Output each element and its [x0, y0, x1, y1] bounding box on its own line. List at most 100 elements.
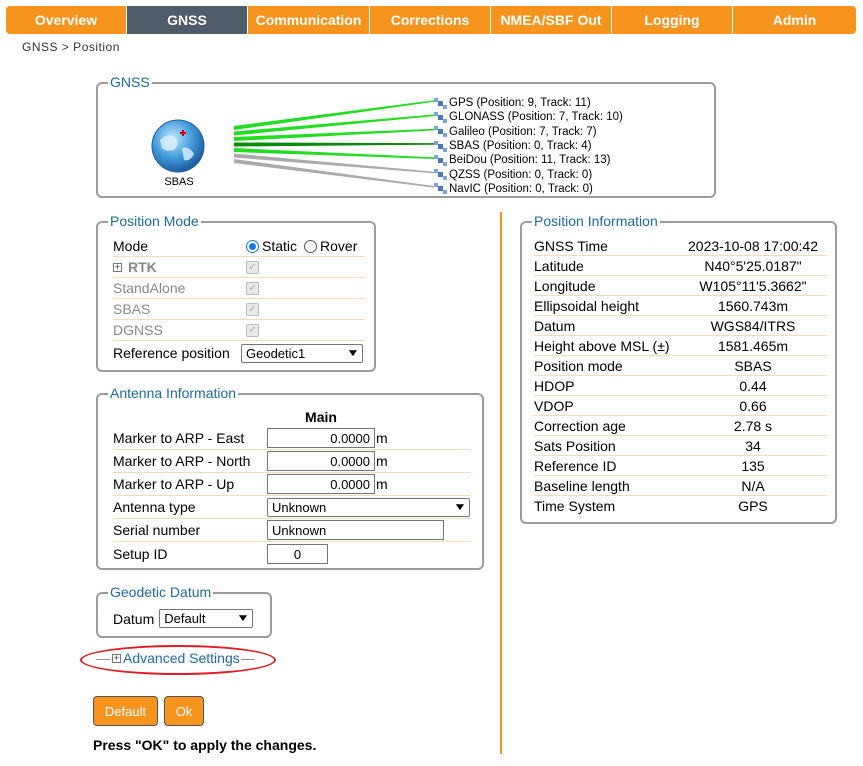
constellation-galileo: Galileo (Position: 7, Track: 7) [434, 125, 623, 139]
antenna-column-header: Main [305, 409, 337, 425]
tab-logging[interactable]: Logging [612, 6, 733, 34]
constellation-sbas: SBAS (Position: 0, Track: 4) [434, 139, 623, 153]
info-row-gnss-time: GNSS Time 2023-10-08 17:00:42 [534, 236, 827, 256]
column-divider [500, 212, 502, 754]
arp-north-unit: m [376, 453, 388, 469]
info-row-hdop: HDOP 0.44 [534, 376, 827, 396]
antenna-header-row: Main [113, 407, 471, 427]
reference-position-select[interactable]: Geodetic1 ▼ [241, 343, 363, 363]
position-mode-panel: Position Mode Mode Static Rover + RTK ✓ … [96, 213, 376, 372]
antenna-type-label: Antenna type [113, 499, 196, 515]
tab-admin[interactable]: Admin [733, 6, 856, 34]
antenna-table: Main Marker to ARP - East 0.0000 m Marke… [113, 407, 471, 566]
setup-id-row: Setup ID 0 [113, 542, 471, 566]
satellite-icon [434, 183, 447, 195]
antenna-type-select[interactable]: Unknown ▼ [267, 497, 470, 517]
constellation-qzss: QZSS (Position: 0, Track: 0) [434, 167, 623, 181]
chevron-down-icon: ▼ [453, 501, 467, 513]
highlight-ellipse [80, 645, 276, 675]
apply-note: Press "OK" to apply the changes. [93, 737, 317, 753]
serial-number-input[interactable]: Unknown [267, 520, 444, 540]
info-row-height-msl: Height above MSL (±) 1581.465m [534, 336, 827, 356]
setup-id-input[interactable]: 0 [267, 544, 328, 564]
sbas-label: SBAS [113, 301, 151, 317]
arp-up-row: Marker to ARP - Up 0.0000 m [113, 473, 471, 496]
tab-corrections[interactable]: Corrections [370, 6, 491, 34]
gnss-panel: GNSS SBAS GPS (Position: 9, Track: 11) G… [96, 74, 716, 198]
datum-select[interactable]: Default ▼ [159, 609, 254, 628]
info-row-baseline-length: Baseline length N/A [534, 476, 827, 496]
datum-label: Datum [113, 610, 155, 627]
standalone-label: StandAlone [113, 280, 186, 296]
position-info-legend: Position Information [532, 213, 660, 229]
satellite-icon [434, 154, 447, 166]
dgnss-checkbox[interactable]: ✓ [246, 323, 259, 337]
position-info-table: GNSS Time 2023-10-08 17:00:42 Latitude N40… [534, 236, 827, 516]
info-row-time-system: Time System GPS [534, 498, 768, 514]
ok-button[interactable]: Ok [164, 696, 204, 726]
satellite-icon [434, 97, 447, 109]
info-row-position-mode: Position mode SBAS [534, 356, 827, 376]
antenna-legend: Antenna Information [108, 385, 239, 401]
rover-label: Rover [320, 238, 358, 254]
dgnss-label: DGNSS [113, 322, 163, 338]
serial-label: Serial number [113, 522, 201, 538]
info-row-sats-position: Sats Position 34 [534, 436, 827, 456]
info-row-latitude: Latitude N40°5'25.0187" [534, 256, 827, 276]
dgnss-row: DGNSS ✓ [113, 320, 365, 341]
rtk-checkbox[interactable]: ✓ [246, 260, 259, 274]
static-radio[interactable] [246, 239, 259, 253]
arp-up-input[interactable]: 0.0000 [267, 474, 375, 494]
info-row-longitude: Longitude W105°11'5.3662" [534, 276, 827, 296]
arp-north-input[interactable]: 0.0000 [267, 451, 375, 471]
info-row-datum: Datum WGS84/ITRS [534, 316, 827, 336]
satellite-icon [434, 111, 447, 123]
standalone-checkbox[interactable]: ✓ [246, 281, 259, 295]
mode-row: Mode Static Rover [113, 236, 365, 257]
constellation-navic: NavIC (Position: 0, Track: 0) [434, 182, 623, 196]
constellation-list: GPS (Position: 9, Track: 11) GLONASS (Po… [434, 96, 623, 196]
arp-north-label: Marker to ARP - North [113, 453, 251, 469]
globe-label: SBAS [164, 176, 194, 188]
info-row-correction-age: Correction age 2.78 s [534, 416, 827, 436]
sbas-checkbox[interactable]: ✓ [246, 302, 259, 316]
rover-radio[interactable] [304, 239, 318, 253]
satellite-icon [434, 140, 447, 152]
tab-nmea-sbf-out[interactable]: NMEA/SBF Out [491, 6, 612, 34]
mode-label: Mode [113, 238, 149, 254]
position-mode-table: Mode Static Rover + RTK ✓ StandAlone ✓ S… [113, 236, 365, 365]
tab-gnss[interactable]: GNSS [127, 6, 248, 34]
breadcrumb: GNSS > Position [22, 40, 120, 54]
arp-up-unit: m [376, 476, 388, 492]
geodetic-datum-legend: Geodetic Datum [108, 584, 214, 600]
arp-east-input[interactable]: 0.0000 [267, 428, 375, 448]
arp-east-label: Marker to ARP - East [113, 430, 245, 446]
tab-overview[interactable]: Overview [6, 6, 127, 34]
constellation-glonass: GLONASS (Position: 7, Track: 10) [434, 110, 623, 124]
arp-east-unit: m [376, 430, 388, 446]
rtk-label: RTK [128, 259, 157, 275]
reference-row: Reference position Geodetic1 ▼ [113, 341, 365, 365]
satellite-icon [434, 169, 447, 181]
tab-communication[interactable]: Communication [248, 6, 370, 34]
info-row-ellipsoidal-height: Ellipsoidal height 1560.743m [534, 296, 827, 316]
constellation-link-line [234, 142, 434, 147]
constellation-gps: GPS (Position: 9, Track: 11) [434, 96, 623, 110]
expand-rtk-icon[interactable]: + [113, 262, 122, 272]
rtk-row: + RTK ✓ [113, 257, 365, 278]
chevron-down-icon: ▼ [236, 613, 251, 624]
arp-up-label: Marker to ARP - Up [113, 476, 235, 492]
static-label: Static [262, 238, 298, 254]
info-row-reference-id: Reference ID 135 [534, 456, 827, 476]
default-button[interactable]: Default [93, 696, 158, 726]
constellation-beidou: BeiDou (Position: 11, Track: 13) [434, 153, 623, 167]
reference-label: Reference position [113, 345, 230, 361]
position-mode-legend: Position Mode [108, 213, 201, 229]
arp-north-row: Marker to ARP - North 0.0000 m [113, 450, 471, 473]
arp-east-row: Marker to ARP - East 0.0000 m [113, 427, 471, 450]
antenna-type-row: Antenna type Unknown ▼ [113, 496, 471, 519]
standalone-row: StandAlone ✓ [113, 278, 365, 299]
main-nav: Overview GNSS Communication Corrections … [6, 6, 856, 34]
globe-icon [150, 118, 206, 179]
serial-row: Serial number Unknown [113, 519, 471, 542]
